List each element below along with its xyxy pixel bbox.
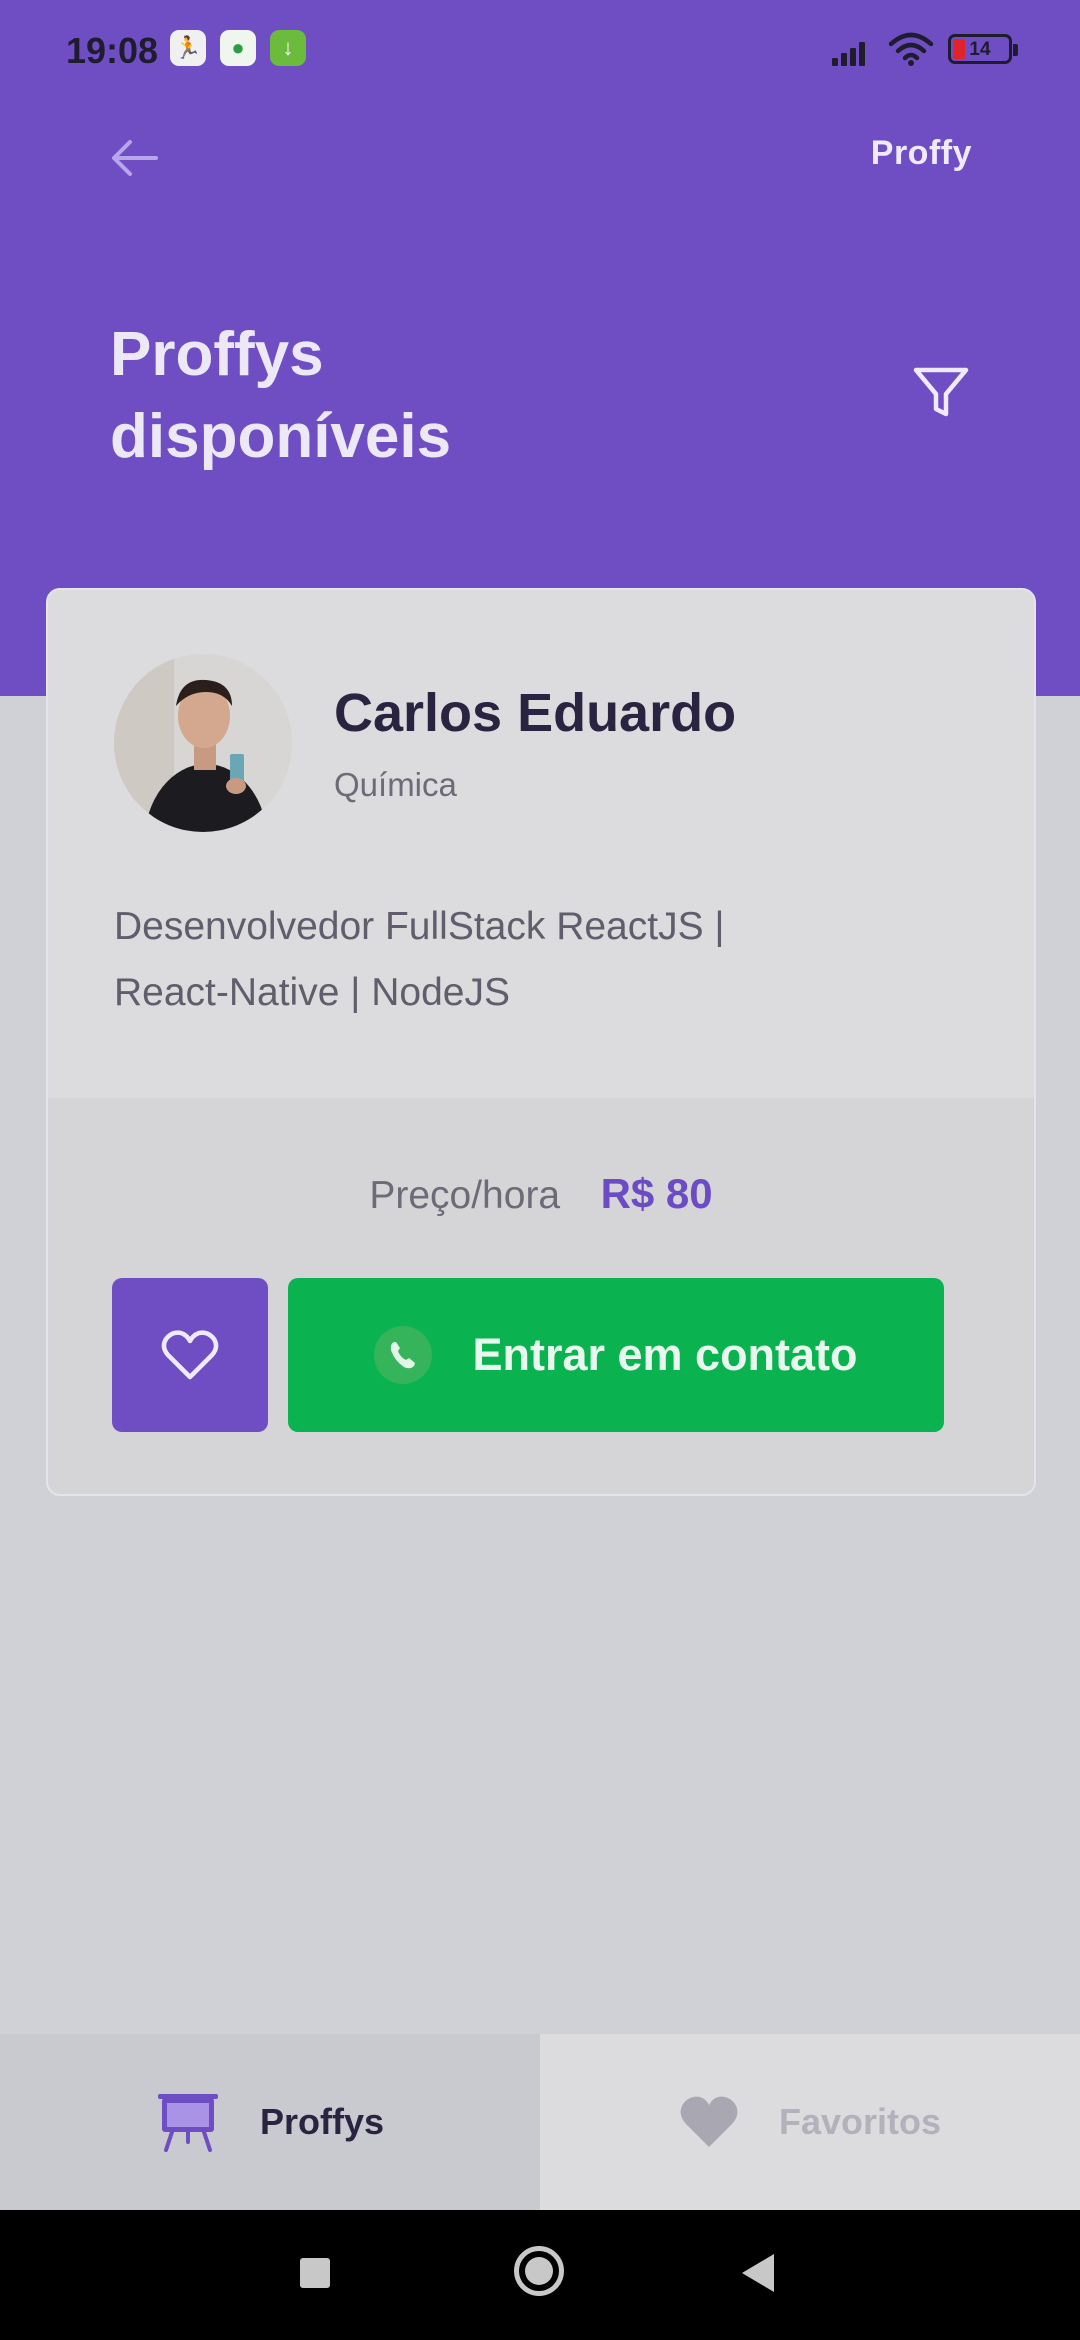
brand-logo: Proffy — [870, 134, 972, 172]
page-title-line2: disponíveis — [110, 402, 452, 471]
price-row: Preço/hora R$ 80 — [48, 1170, 1034, 1218]
heart-icon — [680, 2096, 738, 2147]
price-label: Preço/hora — [369, 1174, 561, 1217]
filter-icon[interactable] — [910, 362, 972, 424]
whatsapp-icon — [374, 1326, 433, 1384]
page-title-line1: Proffys — [110, 320, 324, 389]
wifi-icon — [888, 32, 934, 66]
status-time: 19:08 — [66, 30, 159, 71]
bottom-tab-bar: Proffys Favoritos — [0, 2034, 1080, 2210]
signal-icon — [832, 36, 872, 66]
back-arrow-icon[interactable] — [100, 128, 170, 188]
battery-level: 14 — [969, 39, 991, 60]
price-value: R$ 80 — [600, 1170, 713, 1217]
system-nav-bar — [0, 2210, 1080, 2340]
status-bar: 19:08 🏃 ● ↓ 14 — [0, 0, 1080, 100]
battery-icon: 14 — [948, 34, 1018, 64]
home-button[interactable] — [514, 2246, 564, 2296]
teacher-avatar — [114, 654, 292, 832]
teacher-name: Carlos Eduardo — [334, 683, 737, 743]
teacher-bio-line2: React-Native | NodeJS — [114, 971, 510, 1014]
contact-button-label: Entrar em contato — [472, 1329, 858, 1380]
android-app-icon: ● — [220, 30, 256, 66]
contact-button[interactable]: Entrar em contato — [288, 1278, 944, 1432]
tab-proffys-label: Proffys — [259, 2101, 385, 2142]
easel-icon — [157, 2094, 218, 2152]
page-title: Proffys disponíveis — [110, 314, 710, 478]
teacher-bio-line1: Desenvolvedor FullStack ReactJS | — [114, 905, 725, 948]
heart-outline-icon — [161, 1330, 219, 1380]
recents-button[interactable] — [300, 2258, 330, 2288]
tab-proffys[interactable]: Proffys — [0, 2034, 540, 2210]
tab-favoritos[interactable]: Favoritos — [540, 2034, 1080, 2210]
download-icon: ↓ — [270, 30, 306, 66]
teacher-bio: Desenvolvedor FullStack ReactJS | React-… — [114, 894, 874, 1026]
teacher-subject: Química — [334, 766, 457, 803]
app-screen: 19:08 🏃 ● ↓ 14 Proffy Proffys disponívei… — [0, 0, 1080, 2340]
runner-app-icon: 🏃 — [170, 30, 206, 66]
tab-favoritos-label: Favoritos — [778, 2101, 942, 2142]
system-back-button[interactable] — [742, 2254, 774, 2292]
favorite-button[interactable] — [112, 1278, 268, 1432]
